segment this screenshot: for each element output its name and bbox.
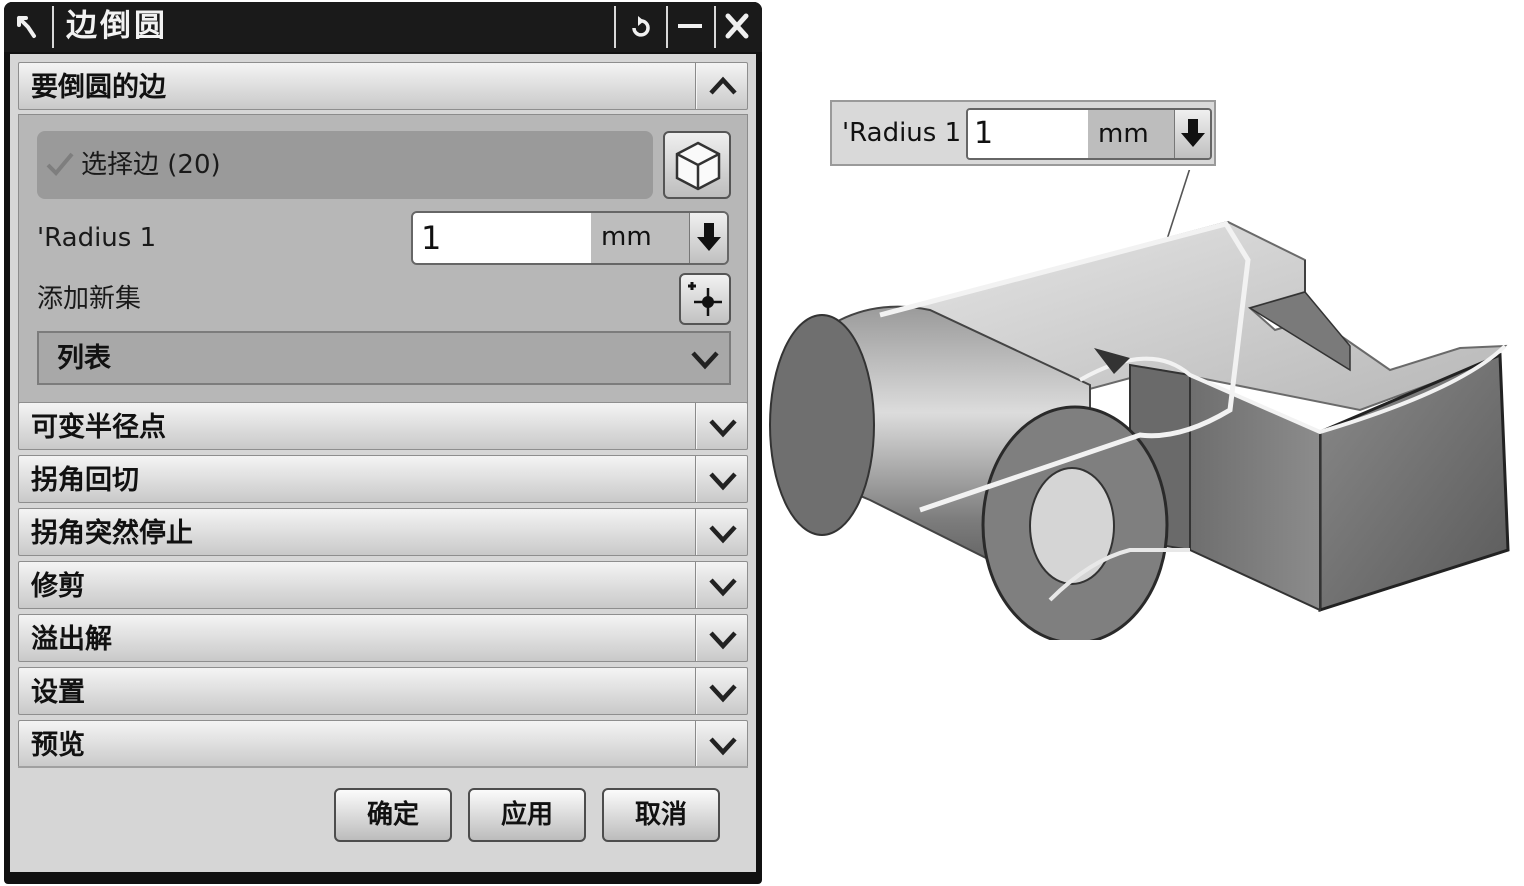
- select-edge-row[interactable]: 选择边 (20): [37, 131, 653, 199]
- close-icon: [725, 13, 749, 39]
- radius-unit: mm: [601, 222, 652, 252]
- list-section-header[interactable]: 列表: [37, 331, 731, 385]
- group-header-preview[interactable]: 预览: [18, 720, 748, 768]
- titlebar-separator: [614, 6, 616, 48]
- header-divider: [695, 63, 697, 109]
- group-header-label: 可变半径点: [31, 412, 166, 443]
- chevron-down-icon: [709, 472, 737, 491]
- header-divider: [695, 562, 697, 608]
- callout-radius-unit: mm: [1098, 119, 1149, 149]
- arrow-down-icon: [1181, 119, 1205, 147]
- add-new-set-label: 添加新集: [37, 284, 142, 314]
- close-button[interactable]: [716, 8, 760, 46]
- dialog-title: 边倒圆: [66, 8, 168, 44]
- chevron-down-icon: [709, 737, 737, 756]
- select-edge-button[interactable]: [663, 131, 731, 199]
- chevron-down-icon: [709, 525, 737, 544]
- group-header-overflow-resolution[interactable]: 溢出解: [18, 614, 748, 662]
- radius-callout: 'Radius 1 1 mm: [830, 100, 1216, 166]
- group-header-label: 修剪: [31, 571, 85, 602]
- group-header-label: 溢出解: [31, 624, 112, 655]
- callout-radius-value-input[interactable]: 1: [968, 110, 1088, 158]
- edge-blend-dialog: 边倒圆 要倒圆的边 选择边 (20) 'Radius 1 1 mm 添加新集 列…: [4, 2, 762, 884]
- minimize-icon: [678, 24, 702, 28]
- radius-dropdown-button[interactable]: [689, 213, 727, 263]
- cylinder-back-end: [769, 314, 875, 536]
- radius-value-input[interactable]: 1: [413, 213, 591, 263]
- chevron-down-icon: [709, 419, 737, 438]
- cube-icon: [675, 141, 721, 191]
- header-divider: [695, 668, 697, 714]
- group-header-corner-setback[interactable]: 拐角回切: [18, 455, 748, 503]
- cancel-button[interactable]: 取消: [602, 788, 720, 842]
- list-label: 列表: [57, 343, 111, 374]
- callout-radius-field[interactable]: 1 mm: [966, 108, 1212, 160]
- footer-divider: [18, 766, 748, 768]
- radius-field[interactable]: 1 mm: [411, 211, 729, 265]
- radius-label: 'Radius 1: [37, 223, 157, 253]
- chevron-up-icon: [709, 76, 737, 95]
- reset-button[interactable]: [618, 8, 662, 46]
- group-header-trim[interactable]: 修剪: [18, 561, 748, 609]
- group-header-label: 要倒圆的边: [31, 72, 166, 103]
- dialog-body: 要倒圆的边 选择边 (20) 'Radius 1 1 mm 添加新集 列表 可变…: [10, 54, 756, 872]
- group-header-edges-to-blend[interactable]: 要倒圆的边: [18, 62, 748, 110]
- chevron-down-icon: [709, 631, 737, 650]
- group-header-variable-radius-points[interactable]: 可变半径点: [18, 402, 748, 450]
- apply-button[interactable]: 应用: [468, 788, 586, 842]
- dialog-titlebar[interactable]: 边倒圆: [4, 2, 762, 52]
- group-header-label: 拐角突然停止: [31, 518, 193, 549]
- select-edge-label: 选择边 (20): [81, 150, 221, 180]
- block-side-face: [1189, 373, 1321, 612]
- header-divider: [695, 509, 697, 555]
- reset-icon: [632, 16, 650, 37]
- minimize-button[interactable]: [668, 8, 712, 46]
- header-divider: [695, 615, 697, 661]
- chevron-down-icon: [691, 351, 719, 370]
- header-divider: [695, 403, 697, 449]
- group-header-label: 设置: [31, 677, 85, 708]
- group-header-label: 拐角回切: [31, 465, 139, 496]
- add-set-icon: [688, 282, 722, 316]
- chevron-down-icon: [709, 578, 737, 597]
- header-divider: [695, 456, 697, 502]
- titlebar-separator: [52, 6, 54, 48]
- pin-icon[interactable]: [14, 12, 42, 42]
- callout-radius-label: 'Radius 1: [842, 118, 962, 148]
- chevron-down-icon: [709, 684, 737, 703]
- group-header-settings[interactable]: 设置: [18, 667, 748, 715]
- group-header-stop-short-of-corner[interactable]: 拐角突然停止: [18, 508, 748, 556]
- arrow-down-icon: [697, 223, 721, 251]
- boss-hole: [1029, 467, 1115, 585]
- header-divider: [695, 721, 697, 767]
- edges-group-body: 选择边 (20) 'Radius 1 1 mm 添加新集 列表: [18, 114, 748, 404]
- add-new-set-button[interactable]: [679, 273, 731, 325]
- callout-dropdown-button[interactable]: [1174, 110, 1210, 158]
- checkmark-icon: [46, 152, 74, 176]
- 3d-model-viewport[interactable]: [760, 170, 1524, 640]
- ok-button[interactable]: 确定: [334, 788, 452, 842]
- group-header-label: 预览: [31, 730, 85, 761]
